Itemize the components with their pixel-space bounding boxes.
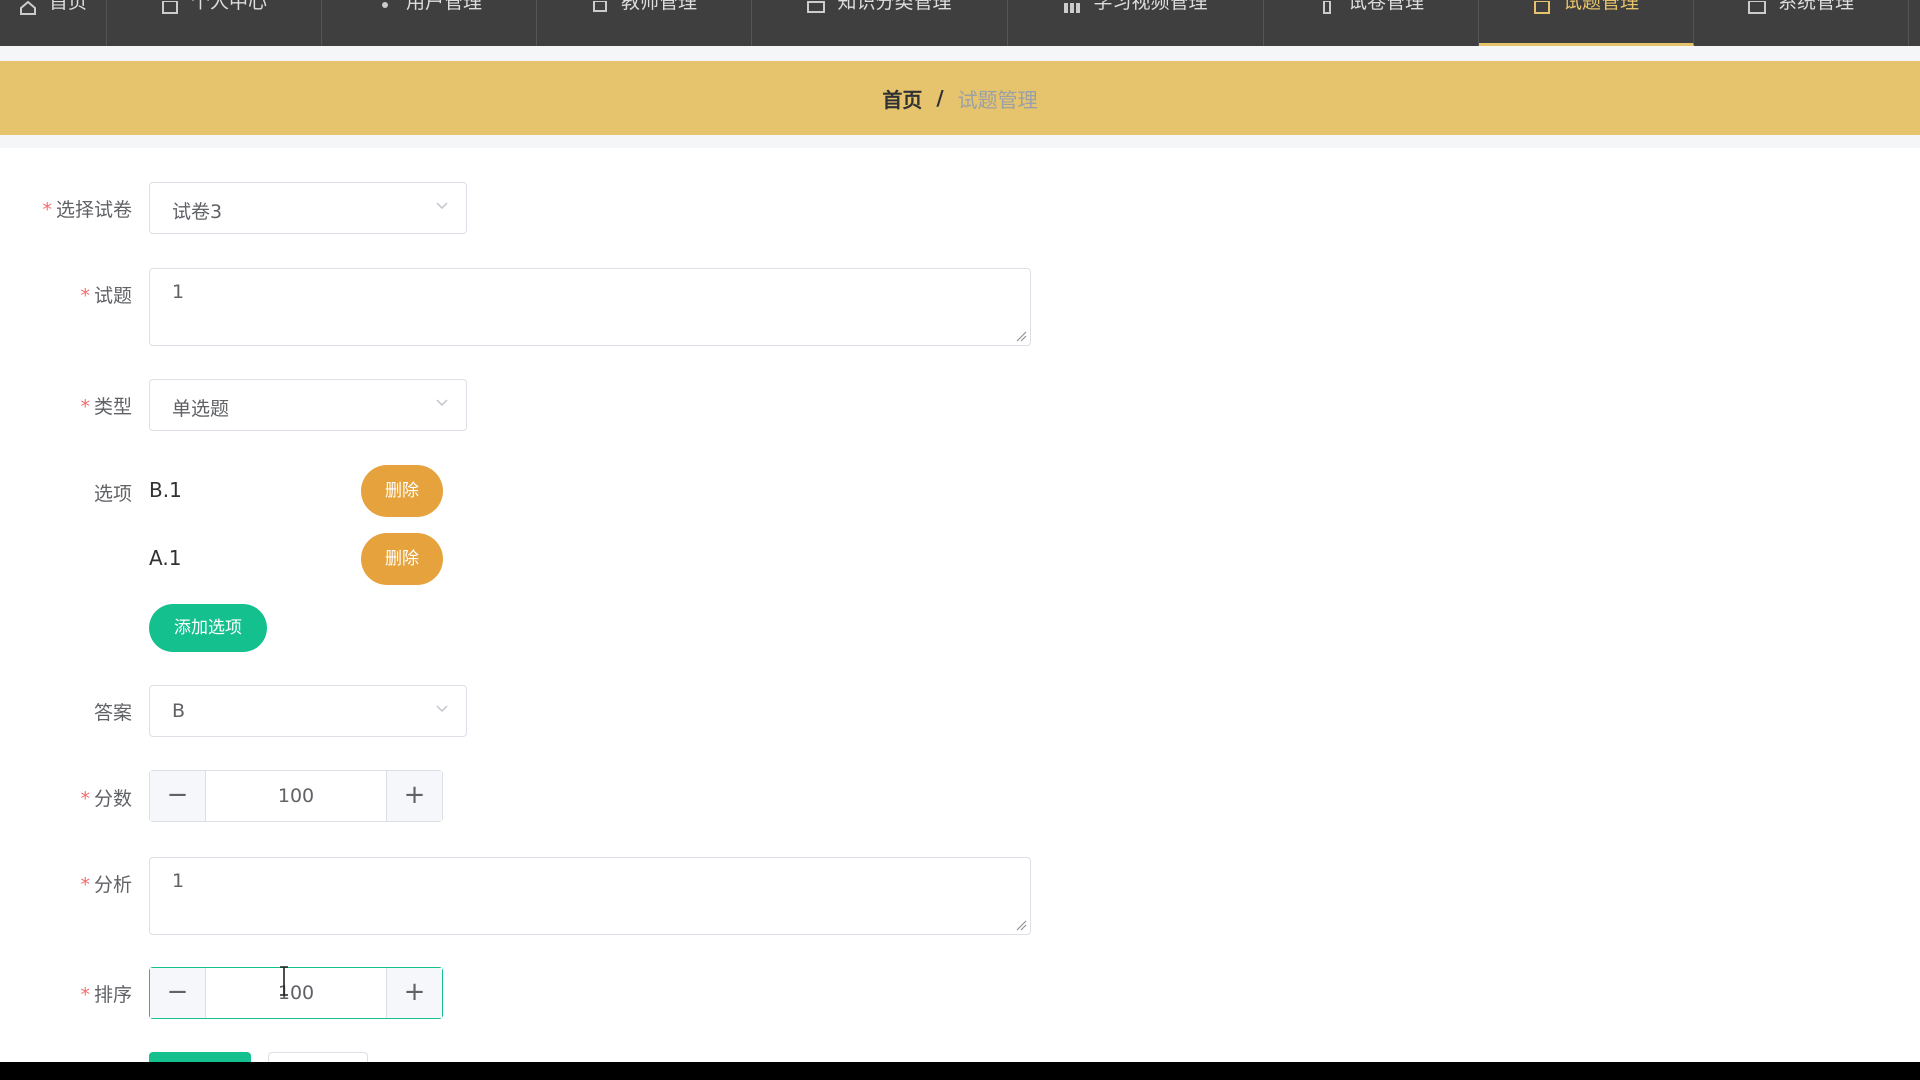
option-item-text: B.1 [149, 478, 182, 502]
nav-label: 个人中心 [190, 0, 267, 13]
nav-label: 学习视频管理 [1093, 0, 1208, 13]
video-icon [1064, 3, 1081, 13]
paper-icon [1322, 1, 1331, 14]
required-mark: * [42, 199, 52, 221]
question-label: * 试题 [80, 285, 132, 307]
paper-label: * 选择试卷 [42, 199, 132, 221]
nav-item-videos[interactable]: 学习视频管理 [1008, 0, 1264, 46]
option-item-text: A.1 [149, 546, 182, 570]
question-textarea[interactable]: 1 [149, 268, 1031, 346]
breadcrumb-home[interactable]: 首页 [882, 84, 922, 113]
answer-select-value: B [172, 700, 186, 722]
required-mark: * [80, 788, 90, 810]
required-mark: * [80, 984, 90, 1006]
nav-item-categories[interactable]: 知识分类管理 [752, 0, 1008, 46]
delete-option-button[interactable]: 删除 [361, 465, 443, 517]
required-mark: * [80, 285, 90, 307]
options-label: 选项 [93, 483, 132, 505]
chevron-down-icon [436, 705, 448, 713]
nav-label: 知识分类管理 [837, 0, 952, 13]
nav-label: 用户管理 [405, 0, 482, 13]
breadcrumb-current: 试题管理 [957, 87, 1038, 112]
teacher-icon [592, 1, 607, 12]
resize-handle-icon[interactable] [1015, 330, 1027, 342]
nav-item-questions[interactable]: 试题管理 [1479, 0, 1694, 46]
breadcrumb: 首页 / 试题管理 [0, 61, 1920, 135]
add-option-button[interactable]: 添加选项 [149, 604, 267, 652]
page: 首页 个人中心 用户管理 教师管理 知识分类管理 学习视频管理 试卷管理 试题管… [0, 0, 1920, 1062]
answer-select[interactable]: B [149, 685, 467, 737]
top-nav: 首页 个人中心 用户管理 教师管理 知识分类管理 学习视频管理 试卷管理 试题管… [0, 0, 1920, 46]
person-icon [161, 1, 178, 14]
chevron-down-icon [436, 202, 448, 210]
nav-item-papers[interactable]: 试卷管理 [1264, 0, 1479, 46]
sort-decrement-button[interactable]: − [150, 968, 206, 1018]
nav-label: 试卷管理 [1347, 0, 1424, 13]
sort-stepper: − 100 + [149, 967, 443, 1019]
type-select-value: 单选题 [172, 398, 230, 420]
sort-input[interactable]: 100 [206, 968, 386, 1018]
paper-select[interactable]: 试卷3 [149, 182, 467, 234]
nav-label: 系统管理 [1777, 0, 1854, 13]
delete-option-button[interactable]: 删除 [361, 533, 443, 585]
score-label: * 分数 [80, 788, 132, 810]
nav-item-profile[interactable]: 个人中心 [107, 0, 322, 46]
required-mark: * [80, 396, 90, 418]
settings-icon [1747, 1, 1766, 14]
score-input[interactable]: 100 [206, 771, 386, 821]
user-icon [381, 2, 388, 8]
resize-handle-icon[interactable] [1015, 919, 1027, 931]
cancel-button[interactable] [268, 1052, 368, 1062]
answer-label: 答案 [93, 702, 132, 724]
category-icon [807, 1, 826, 13]
nav-item-users[interactable]: 用户管理 [322, 0, 537, 46]
sort-label: * 排序 [80, 984, 132, 1006]
question-form: * 选择试卷 试卷3 * 试题 1 * 类型 单选题 选项 B.1 删除 A.1 删除 [0, 148, 1920, 1062]
paper-select-value: 试卷3 [172, 201, 223, 223]
type-select[interactable]: 单选题 [149, 379, 467, 431]
question-icon [1533, 1, 1550, 14]
home-icon [19, 1, 36, 15]
required-mark: * [80, 874, 90, 896]
analysis-textarea-value: 1 [172, 870, 185, 892]
score-increment-button[interactable]: + [386, 771, 442, 821]
score-decrement-button[interactable]: − [150, 771, 206, 821]
nav-label: 首页 [48, 0, 87, 13]
nav-label: 试题管理 [1562, 0, 1639, 13]
breadcrumb-separator: / [936, 86, 944, 110]
nav-item-teachers[interactable]: 教师管理 [537, 0, 752, 46]
analysis-textarea[interactable]: 1 [149, 857, 1031, 935]
nav-label: 教师管理 [620, 0, 697, 13]
submit-button[interactable] [149, 1052, 251, 1062]
sort-increment-button[interactable]: + [386, 968, 442, 1018]
text-cursor-icon [280, 966, 288, 996]
question-textarea-value: 1 [172, 281, 185, 303]
score-stepper: − 100 + [149, 770, 443, 822]
chevron-down-icon [436, 399, 448, 407]
nav-item-home[interactable]: 首页 [0, 0, 107, 46]
analysis-label: * 分析 [80, 874, 132, 896]
nav-item-system[interactable]: 系统管理 [1694, 0, 1909, 46]
type-label: * 类型 [80, 396, 132, 418]
